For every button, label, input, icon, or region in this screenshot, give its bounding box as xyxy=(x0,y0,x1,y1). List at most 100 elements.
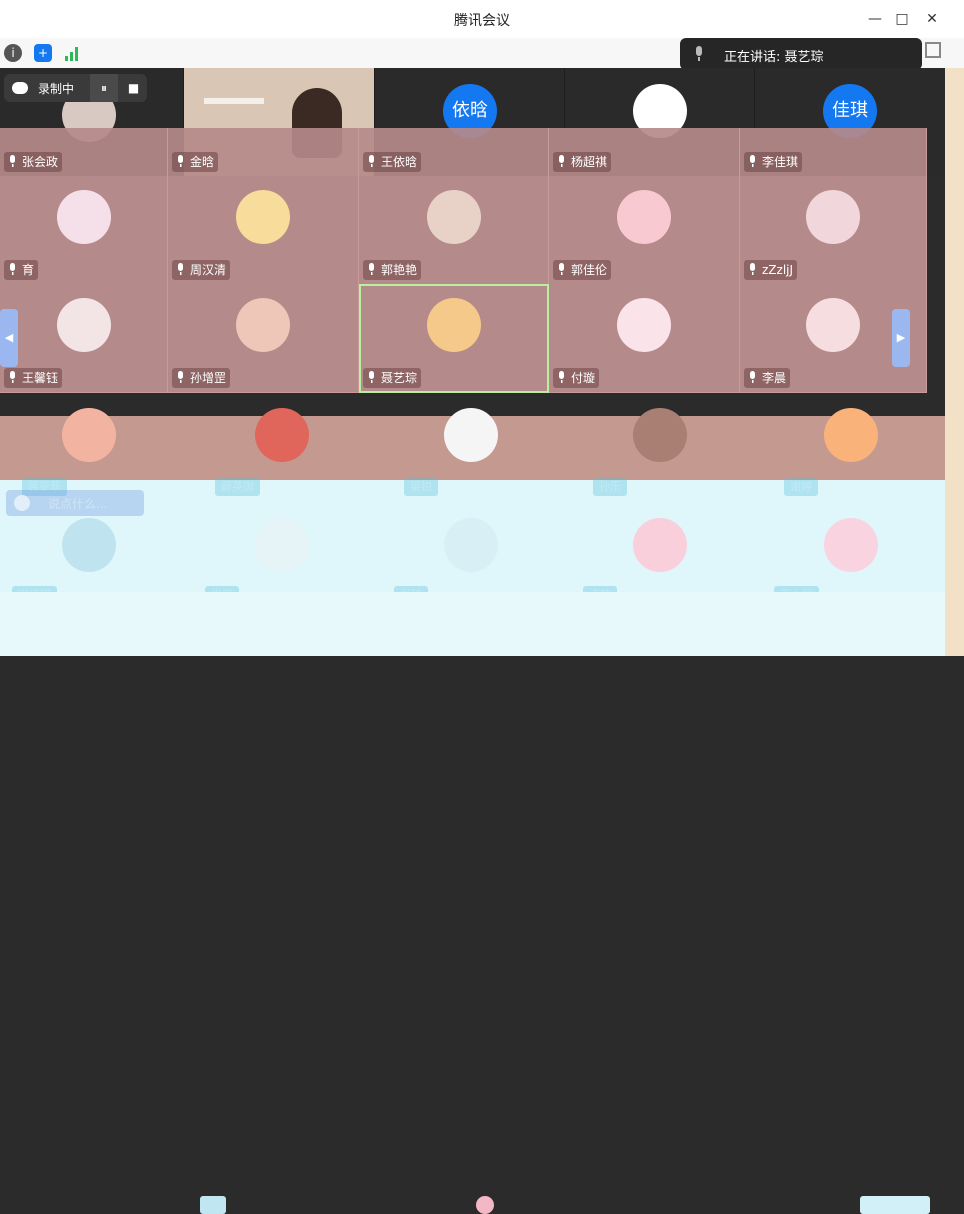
participant-name-tag: 郭佳伦 xyxy=(553,260,612,280)
microphone-icon xyxy=(559,263,564,275)
active-speaker-indicator: 正在讲话: 聂艺琮 xyxy=(680,38,922,70)
microphone-icon xyxy=(10,371,15,383)
microphone-icon xyxy=(750,371,755,383)
participant-avatar xyxy=(617,190,671,244)
fullscreen-icon[interactable] xyxy=(925,42,941,58)
chat-input[interactable]: 说点什么... xyxy=(6,490,144,516)
video-button[interactable] xyxy=(200,1196,226,1214)
window-title: 腾讯会议 xyxy=(454,13,510,29)
microphone-icon xyxy=(750,155,755,167)
microphone-icon xyxy=(369,263,374,275)
signal-icon[interactable] xyxy=(65,46,81,61)
participant-name-tag: 张会政 xyxy=(4,152,63,172)
notification-icon[interactable] xyxy=(476,1196,494,1214)
participant-tile[interactable]: 杨超祺 xyxy=(549,128,740,177)
participant-avatar xyxy=(444,408,498,462)
participant-name-tag: 梁锐 xyxy=(404,478,438,496)
participant-avatar xyxy=(824,408,878,462)
participant-avatar xyxy=(236,298,290,352)
title-bar: 腾讯会议 — □ ✕ xyxy=(0,0,964,39)
participant-avatar xyxy=(426,190,481,244)
prev-page-button[interactable]: ◀ xyxy=(0,309,18,367)
participant-tile[interactable]: 李佳琪 xyxy=(740,128,927,177)
participant-tile[interactable]: 孙增罡 xyxy=(168,284,359,393)
pause-recording-button[interactable]: ⏸ xyxy=(90,74,118,102)
active-speaker-label: 正在讲话: 聂艺琮 xyxy=(724,50,824,65)
participant-tile[interactable]: 郭佳伦 xyxy=(549,176,740,285)
stop-recording-button[interactable]: ■ xyxy=(120,74,147,102)
bottom-toolbar xyxy=(0,592,945,1214)
microphone-icon xyxy=(178,263,183,275)
recording-indicator: 录制中 ⏸ ■ xyxy=(4,74,147,102)
participant-name-tag: 孙增罡 xyxy=(172,368,231,388)
participant-name: 李佳琪 xyxy=(762,155,799,169)
participant-avatar xyxy=(255,408,309,462)
microphone-icon xyxy=(369,371,374,383)
participant-name: 杨超祺 xyxy=(571,155,608,169)
minimize-button[interactable]: — xyxy=(864,8,886,30)
participant-name: 聂艺琮 xyxy=(381,371,418,385)
participant-name: zZzljJ xyxy=(762,263,794,277)
participant-avatar xyxy=(806,298,860,352)
leave-button[interactable] xyxy=(860,1196,930,1214)
participant-name: 付璇 xyxy=(571,371,596,385)
participant-tile[interactable]: 金晗 xyxy=(168,128,359,177)
microphone-icon xyxy=(369,155,374,167)
participant-tile[interactable]: 周汉清 xyxy=(168,176,359,285)
video-shelf xyxy=(204,98,264,104)
participant-name-tag: 孙乐 xyxy=(593,478,627,496)
participant-avatar xyxy=(62,408,116,462)
participant-avatar xyxy=(633,408,687,462)
participant-name-tag: 李佳琪 xyxy=(744,152,803,172)
participant-tile[interactable]: 聂艺琮 xyxy=(359,284,549,393)
participant-name-tag: 育 xyxy=(4,260,39,280)
close-button[interactable]: ✕ xyxy=(921,8,943,30)
participant-tile[interactable]: 郭艳艳 xyxy=(359,176,549,285)
participant-tile[interactable]: zZzljJ xyxy=(740,176,927,285)
participant-tile[interactable]: 王依晗 xyxy=(359,128,549,177)
participant-name: 王馨钰 xyxy=(22,371,59,385)
participant-name-tag: 周汉清 xyxy=(172,260,231,280)
shield-icon[interactable]: + xyxy=(34,44,52,62)
participant-avatar xyxy=(633,518,687,572)
chat-placeholder: 说点什么... xyxy=(48,497,108,511)
participant-avatar xyxy=(56,298,111,352)
microphone-icon xyxy=(559,155,564,167)
info-icon[interactable]: i xyxy=(4,44,22,62)
participant-avatar xyxy=(444,518,498,572)
participant-tile[interactable]: 王馨钰 xyxy=(0,284,168,393)
participant-avatar xyxy=(824,518,878,572)
participant-tile[interactable]: 付璇 xyxy=(549,284,740,393)
participant-avatar xyxy=(62,518,116,572)
participant-name: 金晗 xyxy=(190,155,215,169)
participant-name-tag: 李晨 xyxy=(744,368,791,388)
right-edge-strip xyxy=(945,68,964,656)
participant-tile[interactable]: 育 xyxy=(0,176,168,285)
participant-name: 育 xyxy=(22,263,35,277)
microphone-icon xyxy=(10,155,15,167)
participant-name: 王依晗 xyxy=(381,155,418,169)
participant-name: 李晨 xyxy=(762,371,787,385)
microphone-icon xyxy=(696,46,702,61)
participant-name-tag: 郭艳艳 xyxy=(363,260,422,280)
participant-name-tag: 付璇 xyxy=(553,368,600,388)
participant-name: 孙增罡 xyxy=(190,371,227,385)
emoji-icon[interactable] xyxy=(14,495,30,511)
participant-avatar xyxy=(617,298,671,352)
participant-avatar xyxy=(806,190,860,244)
participant-avatar xyxy=(255,518,309,572)
participant-name: 周汉清 xyxy=(190,263,227,277)
participant-name-tag: 谢婷 xyxy=(784,478,818,496)
participant-name-tag: 金晗 xyxy=(172,152,219,172)
participant-avatar xyxy=(236,190,290,244)
participant-name: 郭艳艳 xyxy=(381,263,418,277)
maximize-button[interactable]: □ xyxy=(891,8,913,30)
recording-label: 录制中 xyxy=(38,82,75,96)
microphone-icon xyxy=(178,155,183,167)
microphone-icon xyxy=(10,263,15,275)
microphone-icon xyxy=(559,371,564,383)
next-page-button[interactable]: ▶ xyxy=(892,309,910,367)
participant-avatar xyxy=(426,298,481,352)
participant-tile[interactable]: 张会政 xyxy=(0,128,168,177)
participant-name-tag: 薛英国 xyxy=(215,478,260,496)
